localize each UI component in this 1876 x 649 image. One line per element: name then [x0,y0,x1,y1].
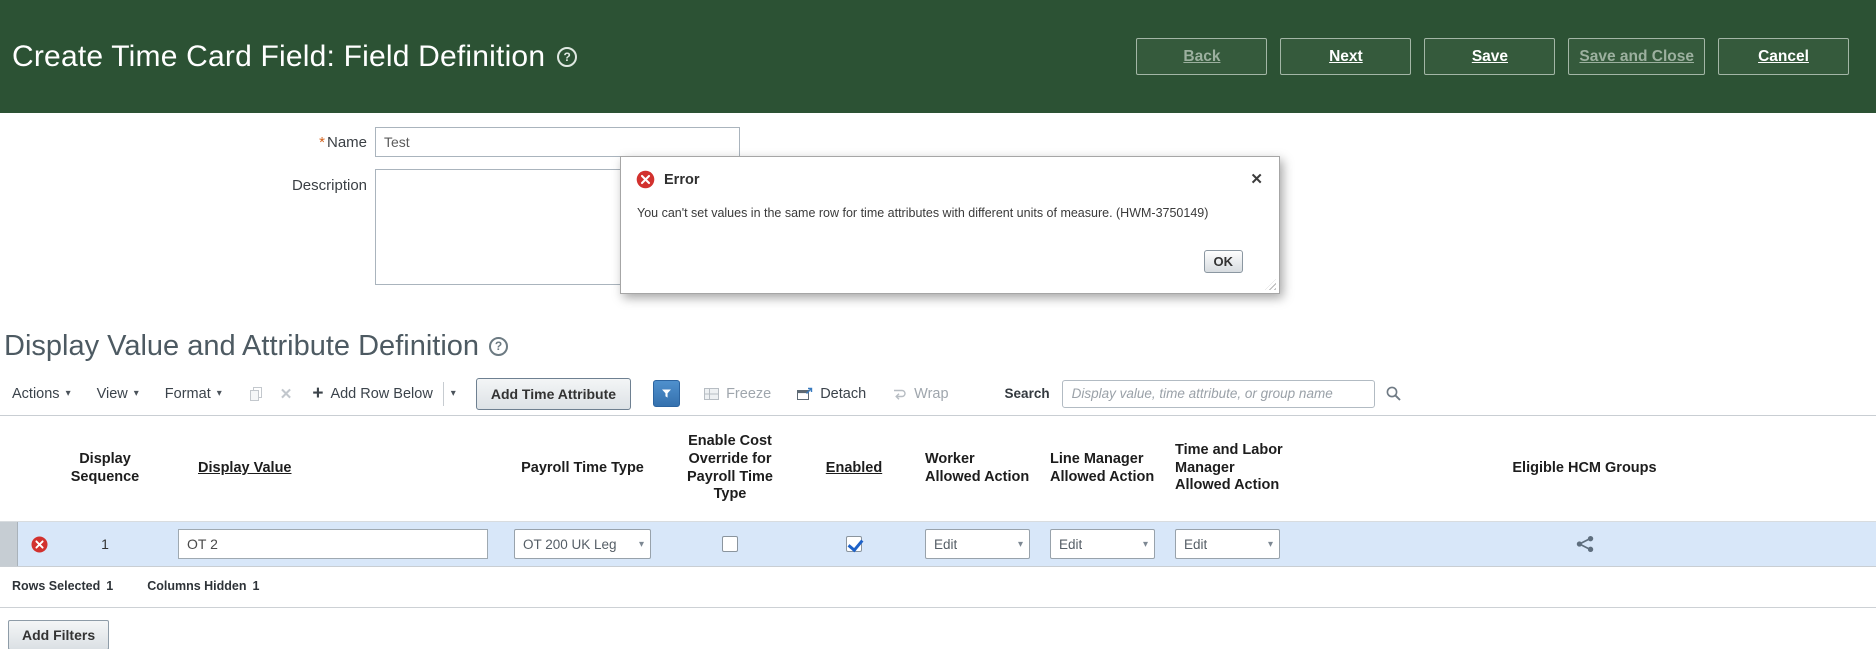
table-summary: Rows Selected 1 Columns Hidden 1 [0,567,1876,593]
chevron-down-icon: ▾ [65,388,71,399]
freeze-icon [704,387,720,400]
filter-icon [662,389,672,398]
enable-cost-override-checkbox[interactable] [722,536,738,552]
page-header: Create Time Card Field: Field Definition… [0,0,1876,113]
format-menu[interactable]: Format ▾ [165,386,222,402]
description-label: Description [0,169,375,194]
column-header-enabled[interactable]: Enabled [795,416,913,521]
time-labor-manager-allowed-action-select[interactable]: Edit ▾ [1175,529,1280,559]
wrap-button[interactable]: Wrap [892,386,949,402]
error-dialog: Error ✕ You can't set values in the same… [620,156,1280,294]
column-header-display-sequence[interactable]: Display Sequence [60,416,150,521]
chevron-down-icon: ▾ [1267,538,1273,550]
worker-allowed-action-cell: Edit ▾ [913,522,1038,566]
save-button[interactable]: Save [1424,38,1556,75]
page-title: Create Time Card Field: Field Definition… [12,39,578,74]
page-title-text: Create Time Card Field: Field Definition [12,39,546,73]
error-dialog-title: Error [664,171,700,188]
add-filters-button[interactable]: Add Filters [8,620,110,649]
ok-button[interactable]: OK [1203,250,1243,273]
enabled-checkbox[interactable] [846,536,862,552]
detach-icon [797,387,813,400]
chevron-down-icon: ▾ [133,388,139,399]
table-toolbar: Actions ▾ View ▾ Format ▾ ✕ + Add Row Below … [0,372,1876,416]
add-row-split-chevron-icon[interactable]: ▾ [451,388,456,399]
wrap-icon [894,389,906,400]
error-icon [636,170,655,189]
share-icon[interactable] [1575,535,1595,553]
view-menu[interactable]: View ▾ [97,386,139,402]
freeze-button[interactable]: Freeze [704,386,771,402]
close-icon[interactable]: ✕ [1250,172,1263,187]
table-header-row: Display Sequence Display Value Payroll T… [0,416,1876,522]
plus-icon: + [312,383,324,404]
column-header-row-status [18,416,60,521]
search-label: Search [1004,386,1050,401]
column-header-eligible-hcm-groups[interactable]: Eligible HCM Groups [1293,416,1876,521]
row-error-icon [31,536,48,553]
column-header-enable-cost-override[interactable]: Enable Cost Override for Payroll Time Ty… [665,416,795,521]
required-marker: * [319,133,325,151]
payroll-time-type-select[interactable]: OT 200 UK Leg ▾ [514,529,651,559]
search-icon[interactable] [1385,385,1402,402]
section-title-text: Display Value and Attribute Definition [4,330,480,362]
duplicate-icon[interactable] [248,386,264,402]
error-message: You can't set values in the same row for… [637,206,1209,220]
display-sequence-cell: 1 [101,536,109,552]
column-header-worker-allowed-action[interactable]: Worker Allowed Action [913,416,1038,521]
eligible-hcm-groups-cell [1293,522,1876,566]
display-value-section: Display Value and Attribute Definition ?… [0,326,1876,649]
display-value-cell [150,522,500,566]
column-header-payroll-time-type[interactable]: Payroll Time Type [500,416,665,521]
resize-grip-icon[interactable] [1265,279,1276,290]
column-header-time-labor-manager-allowed-action[interactable]: Time and Labor Manager Allowed Action [1163,416,1293,521]
name-label: * Name [0,134,375,151]
divider [442,381,444,406]
column-header-empty [0,416,18,521]
add-time-attribute-button[interactable]: Add Time Attribute [475,377,632,410]
column-header-display-value[interactable]: Display Value [150,416,500,521]
header-actions: Back Next Save Save and Close Cancel [1136,38,1849,75]
rows-selected-label: Rows Selected [12,579,101,593]
chevron-down-icon: ▾ [1142,538,1148,550]
enabled-cell [795,522,913,566]
columns-hidden-label: Columns Hidden [147,579,247,593]
cancel-button[interactable]: Cancel [1718,38,1849,75]
add-row-below-button[interactable]: + Add Row Below [312,384,432,403]
help-icon[interactable]: ? [489,336,509,356]
chevron-down-icon: ▾ [638,538,644,550]
payroll-time-type-cell: OT 200 UK Leg ▾ [500,522,665,566]
chevron-down-icon: ▾ [216,388,222,399]
columns-hidden-value: 1 [252,579,260,593]
line-manager-allowed-action-select[interactable]: Edit ▾ [1050,529,1155,559]
save-and-close-button[interactable]: Save and Close [1568,38,1705,75]
worker-allowed-action-select[interactable]: Edit ▾ [925,529,1030,559]
error-dialog-header: Error ✕ [621,157,1279,189]
name-row: * Name [0,127,900,157]
display-value-input[interactable] [178,529,488,559]
rows-selected-value: 1 [106,579,114,593]
line-manager-allowed-action-cell: Edit ▾ [1038,522,1163,566]
name-input[interactable] [375,127,740,157]
section-title: Display Value and Attribute Definition ? [0,326,1876,366]
delete-icon[interactable]: ✕ [280,385,293,403]
detach-button[interactable]: Detach [797,386,866,402]
name-label-text: Name [326,133,367,151]
create-time-card-field-page: Create Time Card Field: Field Definition… [0,0,1876,649]
description-label-text: Description [291,177,367,194]
enable-cost-override-cell [665,522,795,566]
back-button[interactable]: Back [1136,38,1268,75]
table-row[interactable]: 1 OT 200 UK Leg ▾ Edit ▾ [0,522,1876,567]
help-icon[interactable]: ? [557,46,578,67]
row-selector[interactable] [0,522,18,566]
row-status-cell [18,522,60,566]
time-labor-manager-allowed-action-cell: Edit ▾ [1163,522,1293,566]
query-by-example-button[interactable] [653,380,681,407]
actions-menu[interactable]: Actions ▾ [12,386,71,402]
divider [0,607,1876,608]
column-header-line-manager-allowed-action[interactable]: Line Manager Allowed Action [1038,416,1163,521]
chevron-down-icon: ▾ [1017,538,1023,550]
search-input[interactable] [1061,379,1375,408]
next-button[interactable]: Next [1280,38,1412,75]
